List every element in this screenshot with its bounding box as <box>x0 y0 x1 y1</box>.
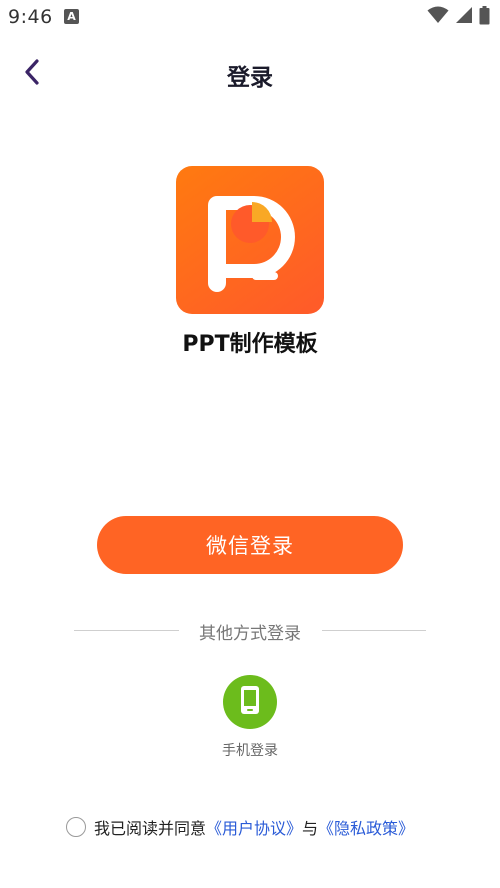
privacy-policy-link[interactable]: 《隐私政策》 <box>318 815 414 839</box>
status-time: 9:46 <box>8 6 53 28</box>
status-icons <box>427 5 490 29</box>
notification-app-icon: A <box>64 9 79 24</box>
phone-login-label: 手机登录 <box>222 743 278 759</box>
phone-icon <box>239 685 261 719</box>
agreement-checkbox[interactable] <box>66 817 86 837</box>
agreement-conjunction: 与 <box>302 819 319 838</box>
wechat-login-button[interactable]: 微信登录 <box>97 516 403 574</box>
signal-icon <box>455 6 473 28</box>
user-agreement-link[interactable]: 《用户协议》 <box>206 815 302 839</box>
divider-right <box>322 630 426 631</box>
page-title: 登录 <box>227 65 273 91</box>
other-methods-label: 其他方式登录 <box>199 624 301 644</box>
battery-icon <box>479 5 490 29</box>
agreement-prefix: 我已阅读并同意 <box>94 819 207 838</box>
agreement-row: 我已阅读并同意 《用户协议》 与 《隐私政策》 <box>66 814 414 840</box>
status-bar: 9:46 A <box>0 0 500 34</box>
wifi-icon <box>427 6 449 28</box>
ppt-logo-icon <box>208 196 295 292</box>
app-logo <box>176 166 324 314</box>
phone-login-button[interactable] <box>223 675 277 729</box>
app-name: PPT制作模板 <box>182 332 318 357</box>
